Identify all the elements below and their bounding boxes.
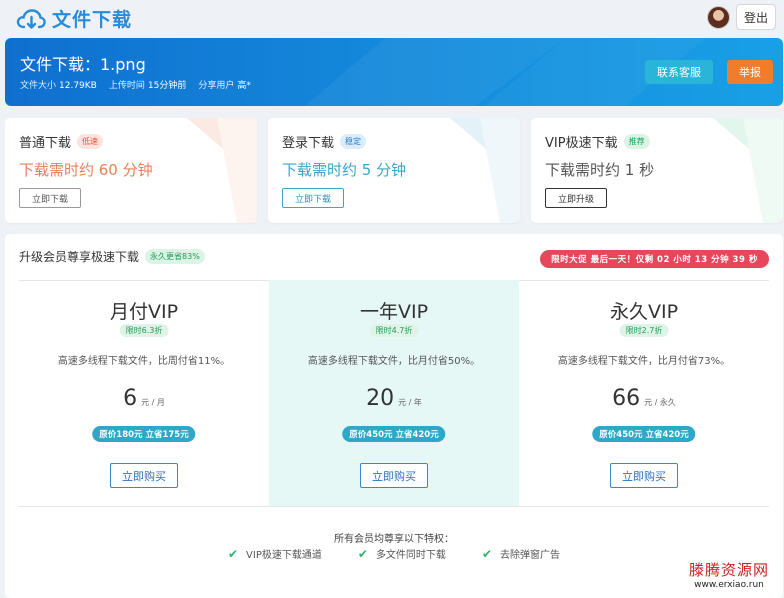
buy-now-button[interactable]: 立即购买 <box>360 463 428 488</box>
card-decoration <box>450 118 520 223</box>
download-time: 下载需时约 60 分钟 <box>19 161 153 179</box>
buy-now-button[interactable]: 立即购买 <box>610 463 678 488</box>
download-time: 下载需时约 1 秒 <box>545 161 655 179</box>
file-title: 文件下载：1.png <box>20 55 146 74</box>
buy-now-button[interactable]: 立即购买 <box>110 463 178 488</box>
perks-title: 所有会员均尊享以下特权： <box>334 534 454 545</box>
plan-name: 永久VIP <box>609 301 679 323</box>
plan-monthly: 月付VIP 限时6.3折 高速多线程下载文件，比周付省11%。 6元 / 月 原… <box>19 280 269 506</box>
avatar[interactable] <box>707 6 730 29</box>
upgrade-now-button[interactable]: 立即升级 <box>545 188 607 208</box>
speed-tag: 低速 <box>77 134 104 149</box>
option-vip-download: VIP极速下载 推荐 下载需时约 1 秒 立即升级 <box>531 118 783 223</box>
cloud-download-icon <box>16 8 46 29</box>
option-name: VIP极速下载 <box>545 136 618 151</box>
file-meta: 文件大小 12.79KB 上传时间 15分钟前 分享用户 高* <box>20 78 251 91</box>
original-price-badge: 原价450元 立省420元 <box>342 426 446 442</box>
perk-item: ✔ 去除弹窗广告 <box>481 546 560 562</box>
report-button[interactable]: 举报 <box>727 60 773 84</box>
watermark: 滕腾资源网 www.erxiao.run <box>676 558 782 596</box>
brand-title: 文件下载 <box>52 9 133 31</box>
divider <box>19 506 769 507</box>
speed-tag: 推荐 <box>623 134 650 149</box>
original-price-badge: 原价180元 立省175元 <box>92 426 196 442</box>
option-login-download: 登录下载 稳定 下载需时约 5 分钟 立即下载 <box>268 118 520 223</box>
perk-item: ✔ VIP极速下载通道 <box>227 546 322 562</box>
top-bar: 文件下载 登出 <box>0 0 784 34</box>
plan-lifetime: 永久VIP 限时2.7折 高速多线程下载文件，比月付省73%。 66 元 / 永久… <box>519 280 769 506</box>
promo-countdown-banner: 限时大促 最后一天！仅剩 02 小时 13 分钟 39 秒 <box>540 250 769 268</box>
option-name: 登录下载 <box>282 136 335 151</box>
option-name: 普通下载 <box>19 136 72 151</box>
brand[interactable]: 文件下载 <box>16 5 132 32</box>
watermark-url: www.erxiao.run <box>694 580 764 590</box>
plan-description: 高速多线程下载文件，比月付省73%。 <box>557 356 731 367</box>
check-icon: ✔ <box>357 546 368 561</box>
plan-price: 20 元 / 年 <box>366 386 422 411</box>
perks-list: ✔ VIP极速下载通道 ✔ 多文件同时下载 ✔ 去除弹窗广告 <box>5 546 783 562</box>
check-icon: ✔ <box>481 546 492 561</box>
file-size: 文件大小 12.79KB <box>20 81 97 91</box>
contact-service-button[interactable]: 联系客服 <box>645 60 713 84</box>
plan-description: 高速多线程下载文件，比月付省50%。 <box>307 356 481 367</box>
card-decoration <box>713 118 783 223</box>
original-price-badge: 原价450元 立省420元 <box>592 426 696 442</box>
upload-time: 上传时间 15分钟前 <box>108 81 187 91</box>
watermark-name: 滕腾资源网 <box>688 561 769 579</box>
sharer: 分享用户 高* <box>198 81 251 91</box>
download-time: 下载需时约 5 分钟 <box>282 161 407 179</box>
plan-name: 月付VIP <box>109 301 179 323</box>
discount-badge: 限时2.7折 <box>619 324 669 337</box>
card-decoration <box>187 118 257 223</box>
file-info-banner: 文件下载：1.png 文件大小 12.79KB 上传时间 15分钟前 分享用户 高* … <box>5 38 783 106</box>
check-icon: ✔ <box>227 546 239 561</box>
discount-badge: 限时6.3折 <box>119 324 169 337</box>
option-normal-download: 普通下载 低速 下载需时约 60 分钟 立即下载 <box>5 118 257 223</box>
plan-price: 6元 / 月 <box>123 386 165 411</box>
plan-name: 一年VIP <box>359 301 429 323</box>
vip-upgrade-panel: 升级会员尊享极速下载 永久更省83% 限时大促 最后一天！仅剩 02 小时 13… <box>5 234 783 598</box>
vip-section-title: 升级会员尊享极速下载 <box>19 250 140 264</box>
savings-badge: 永久更省83% <box>145 249 205 264</box>
plan-yearly: 一年VIP 限时4.7折 高速多线程下载文件，比月付省50%。 20 元 / 年 … <box>269 280 519 506</box>
plan-description: 高速多线程下载文件，比周付省11%。 <box>57 356 231 367</box>
plan-price: 66 元 / 永久 <box>612 386 676 411</box>
discount-badge: 限时4.7折 <box>369 324 419 337</box>
logout-button[interactable]: 登出 <box>736 4 776 30</box>
perk-item: ✔ 多文件同时下载 <box>357 546 446 562</box>
speed-tag: 稳定 <box>340 134 367 149</box>
download-now-button[interactable]: 立即下载 <box>282 188 344 208</box>
download-now-button[interactable]: 立即下载 <box>19 188 81 208</box>
